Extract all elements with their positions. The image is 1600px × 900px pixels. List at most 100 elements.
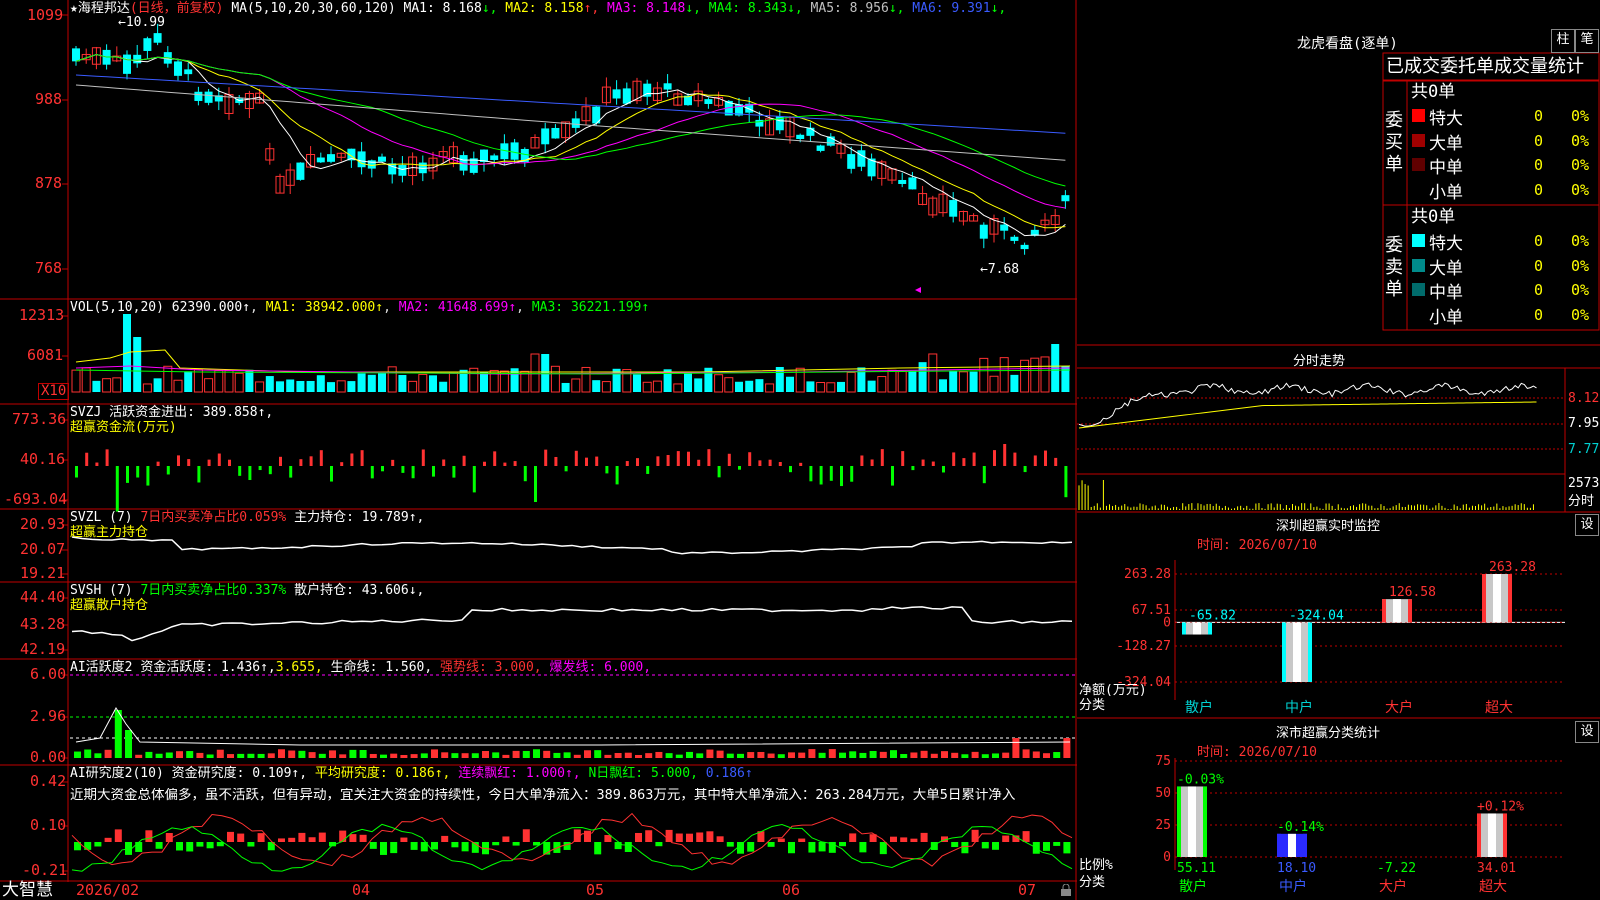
sz-monitor-bar-2: [1382, 599, 1412, 623]
ai-research-bar: [94, 842, 102, 847]
sz-monitor-settings-button[interactable]: 设: [1575, 514, 1599, 536]
ai-research-bar: [706, 831, 714, 842]
buy-count: 共0单: [1411, 82, 1456, 102]
vol-bar: [939, 379, 947, 392]
y-tick-ai-research-0: 0.42: [30, 772, 67, 790]
lock-icon[interactable]: [1060, 884, 1072, 896]
ai-active-bar: [74, 751, 81, 758]
ai-active-bar: [624, 752, 632, 758]
intraday-avg-line: [1078, 401, 1537, 429]
candle-body: [1061, 195, 1070, 202]
ai-active-bar: [369, 753, 377, 758]
svzj-subtitle: 超赢资金流(万元): [70, 420, 177, 435]
ai-active-bar: [543, 750, 551, 758]
svzj-bar: [564, 466, 568, 472]
ai-research-bar: [522, 829, 530, 842]
buy-row-pct: 0%: [1571, 107, 1590, 125]
vol-bar: [897, 371, 907, 393]
candle-body: [327, 154, 335, 162]
ma-line-4: [75, 53, 1066, 187]
sz-category-category: 大户: [1379, 878, 1407, 895]
ai-active-bar: [890, 750, 897, 758]
candle-body: [796, 134, 805, 140]
svzj-bar: [758, 460, 762, 466]
star-icon[interactable]: ★: [70, 1, 78, 16]
ai-active-bar: [655, 751, 663, 758]
ai-research-bar: [512, 842, 520, 846]
ai-active-bar: [533, 749, 540, 758]
vol-bar: [367, 374, 376, 392]
svzj-bar: [350, 453, 354, 466]
svzj-bar: [595, 456, 599, 466]
sz-category-change-label: +0.12%: [1477, 799, 1524, 814]
period-label: (日线，前复权): [129, 1, 224, 16]
ai-research-bar: [624, 842, 632, 852]
ai-active-bar: [380, 754, 387, 758]
bar-view-button[interactable]: 柱: [1551, 29, 1575, 53]
ai-active-bar: [767, 753, 775, 758]
vol-bar: [642, 381, 652, 393]
vol-bar: [581, 366, 591, 393]
y-tick-main-1: 988: [35, 90, 63, 108]
svzj-bar: [258, 466, 262, 471]
ai-research-bar: [1063, 842, 1071, 854]
vol-bar: [633, 374, 641, 392]
vol-bar: [592, 380, 601, 392]
vol-bar: [81, 367, 91, 393]
vol-bar: [1010, 374, 1019, 392]
ai-research-bar: [879, 842, 887, 855]
svzj-bar: [748, 452, 752, 466]
sz-monitor-bar-shine: [1193, 622, 1201, 635]
main-chart-area[interactable]: ★海程邦达(日线，前复权) MA(5,10,20,30,60,120) MA1:…: [0, 0, 1077, 900]
svzj-bar: [146, 466, 150, 486]
vol-bar: [918, 362, 927, 392]
svzj-bar: [625, 461, 629, 466]
ai-research-bar: [1043, 842, 1050, 851]
vol-bar: [286, 379, 295, 392]
svzj-bar: [585, 457, 588, 466]
candle-body: [123, 54, 131, 74]
ai-research-bar: [390, 842, 398, 854]
sz-category-y-tick: 75: [1155, 754, 1171, 769]
svzj-bar: [809, 466, 813, 482]
buy-row-count: 0: [1534, 131, 1544, 150]
svzj-bar: [85, 452, 89, 466]
svzj-bar: [962, 458, 966, 466]
sell-row-pct: 0%: [1571, 305, 1590, 324]
candle-body: [133, 54, 142, 64]
sz-category-xlabel: 分类: [1079, 875, 1106, 890]
svzj-bar: [411, 466, 415, 479]
sz-category-value-label: 34.01: [1477, 861, 1516, 876]
pen-view-button[interactable]: 笔: [1575, 29, 1599, 53]
vol-bar: [418, 373, 428, 393]
ai-research-bar: [369, 842, 377, 849]
svzj-bar: [1023, 466, 1027, 473]
vol-bar: [439, 381, 448, 392]
vol-bar: [133, 337, 142, 392]
svzj-bar: [207, 459, 211, 466]
candle-body: [612, 89, 621, 99]
ai-research-bar: [247, 842, 255, 847]
right-frame: 263.2867.510-128.27-324.04-65.82散户-324.0…: [1077, 52, 1600, 895]
ai-research-bar: [502, 836, 510, 842]
vol-bar: [652, 380, 662, 393]
sz-monitor-time: 时间: 2026/07/10: [1197, 538, 1317, 553]
vol-bar: [786, 376, 794, 392]
ai-research-bar: [920, 832, 928, 842]
svzj-bar: [931, 461, 935, 466]
buy-swatch-1: [1412, 133, 1425, 147]
vol-bar: [1030, 357, 1040, 393]
candle-body: [1000, 224, 1009, 231]
svzj-bar: [952, 452, 956, 466]
candle-body: [510, 142, 519, 160]
sz-category-value-label: 55.11: [1177, 861, 1216, 876]
vol-bar: [694, 378, 703, 392]
svzj-bar: [177, 455, 180, 466]
vol-bar: [398, 374, 407, 392]
ma-item-3: MA3: 8.148↓,: [599, 1, 701, 16]
svzj-bar: [309, 456, 313, 466]
svzj-bar: [840, 466, 843, 487]
vol-bar: [724, 377, 734, 393]
vol-bar: [999, 357, 1009, 393]
sz-category-settings-button[interactable]: 设: [1575, 721, 1599, 743]
